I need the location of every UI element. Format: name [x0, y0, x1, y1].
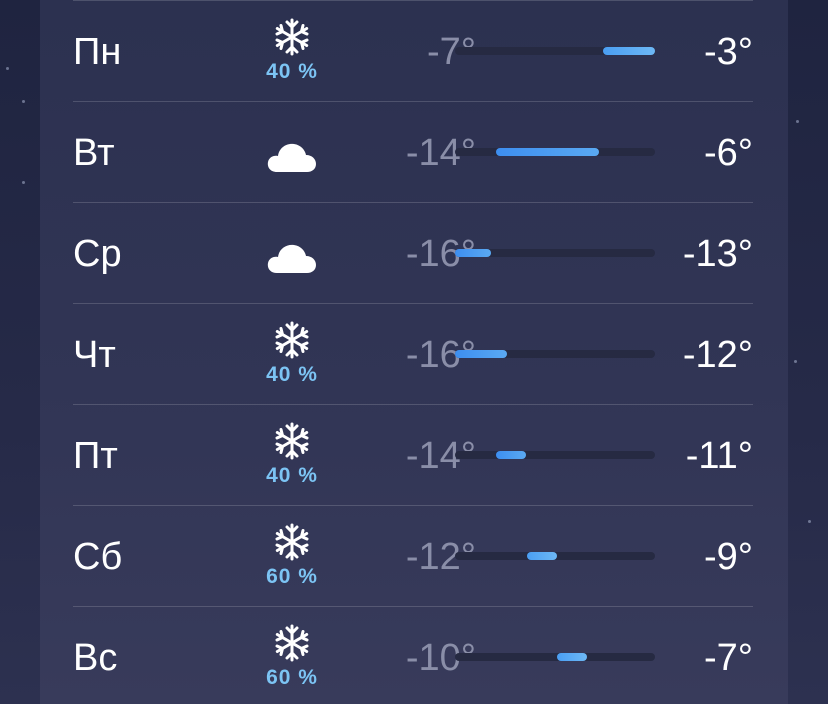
- high-temperature: -6°: [704, 132, 753, 174]
- snowflake-icon: [275, 18, 309, 56]
- star-dot: [794, 360, 797, 363]
- temperature-range-track: [455, 148, 655, 156]
- snowflake-icon: [275, 624, 309, 662]
- precipitation-chance: 40 %: [266, 464, 318, 487]
- cloud-icon: [267, 244, 316, 273]
- weather-icon-group: 60 %: [258, 516, 326, 596]
- temperature-range-track: [455, 350, 655, 358]
- forecast-row-tue[interactable]: Вт -14° -6°: [73, 102, 753, 203]
- star-dot: [22, 100, 25, 103]
- precipitation-chance: 60 %: [266, 565, 318, 588]
- precipitation-chance: 40 %: [266, 363, 318, 386]
- high-temperature: -13°: [682, 233, 753, 275]
- snowflake-icon: [275, 422, 309, 460]
- temperature-range-bar: [455, 350, 507, 358]
- forecast-row-sat[interactable]: Сб 60 % -12° -9°: [73, 506, 753, 607]
- weather-icon-group: 40 %: [258, 11, 326, 91]
- weather-icon-group: 60 %: [258, 617, 326, 697]
- precipitation-chance: 60 %: [266, 666, 318, 689]
- temperature-range-track: [455, 552, 655, 560]
- temperature-range-track: [455, 47, 655, 55]
- weather-icon-group: [258, 213, 326, 293]
- temperature-range-bar: [557, 653, 588, 661]
- cloud-icon: [267, 143, 316, 172]
- forecast-row-sun[interactable]: Вс 60 % -10° -7°: [73, 607, 753, 704]
- day-label: Ср: [73, 233, 122, 275]
- temperature-range-bar: [455, 249, 492, 257]
- high-temperature: -12°: [682, 334, 753, 376]
- left-backdrop: [0, 0, 40, 704]
- day-label: Пт: [73, 435, 118, 477]
- star-dot: [808, 520, 811, 523]
- forecast-row-fri[interactable]: Пт 40 % -14° -11°: [73, 405, 753, 506]
- day-label: Пн: [73, 31, 122, 73]
- forecast-row-thu[interactable]: Чт 40 % -16° -12°: [73, 304, 753, 405]
- temperature-range-track: [455, 451, 655, 459]
- temperature-range-bar: [495, 451, 526, 459]
- high-temperature: -7°: [704, 637, 753, 679]
- temperature-range-bar: [526, 552, 557, 560]
- forecast-row-wed[interactable]: Ср -16° -13°: [73, 203, 753, 304]
- snowflake-icon: [275, 321, 309, 359]
- snowflake-icon: [275, 523, 309, 561]
- day-label: Чт: [73, 334, 116, 376]
- day-label: Вс: [73, 637, 118, 679]
- star-dot: [796, 120, 799, 123]
- high-temperature: -11°: [685, 435, 753, 477]
- forecast-row-mon[interactable]: Пн 40 % -7° -3°: [73, 1, 753, 102]
- weather-icon-group: 40 %: [258, 415, 326, 495]
- temperature-range-track: [455, 653, 655, 661]
- temperature-range-bar: [495, 148, 599, 156]
- star-dot: [6, 67, 9, 70]
- day-label: Сб: [73, 536, 123, 578]
- precipitation-chance: 40 %: [266, 60, 318, 83]
- star-dot: [22, 181, 25, 184]
- weather-icon-group: 40 %: [258, 314, 326, 394]
- weather-icon-group: [258, 112, 326, 192]
- temperature-range-track: [455, 249, 655, 257]
- right-backdrop: [788, 0, 828, 704]
- day-label: Вт: [73, 132, 115, 174]
- high-temperature: -3°: [704, 31, 753, 73]
- temperature-range-bar: [603, 47, 655, 55]
- high-temperature: -9°: [704, 536, 753, 578]
